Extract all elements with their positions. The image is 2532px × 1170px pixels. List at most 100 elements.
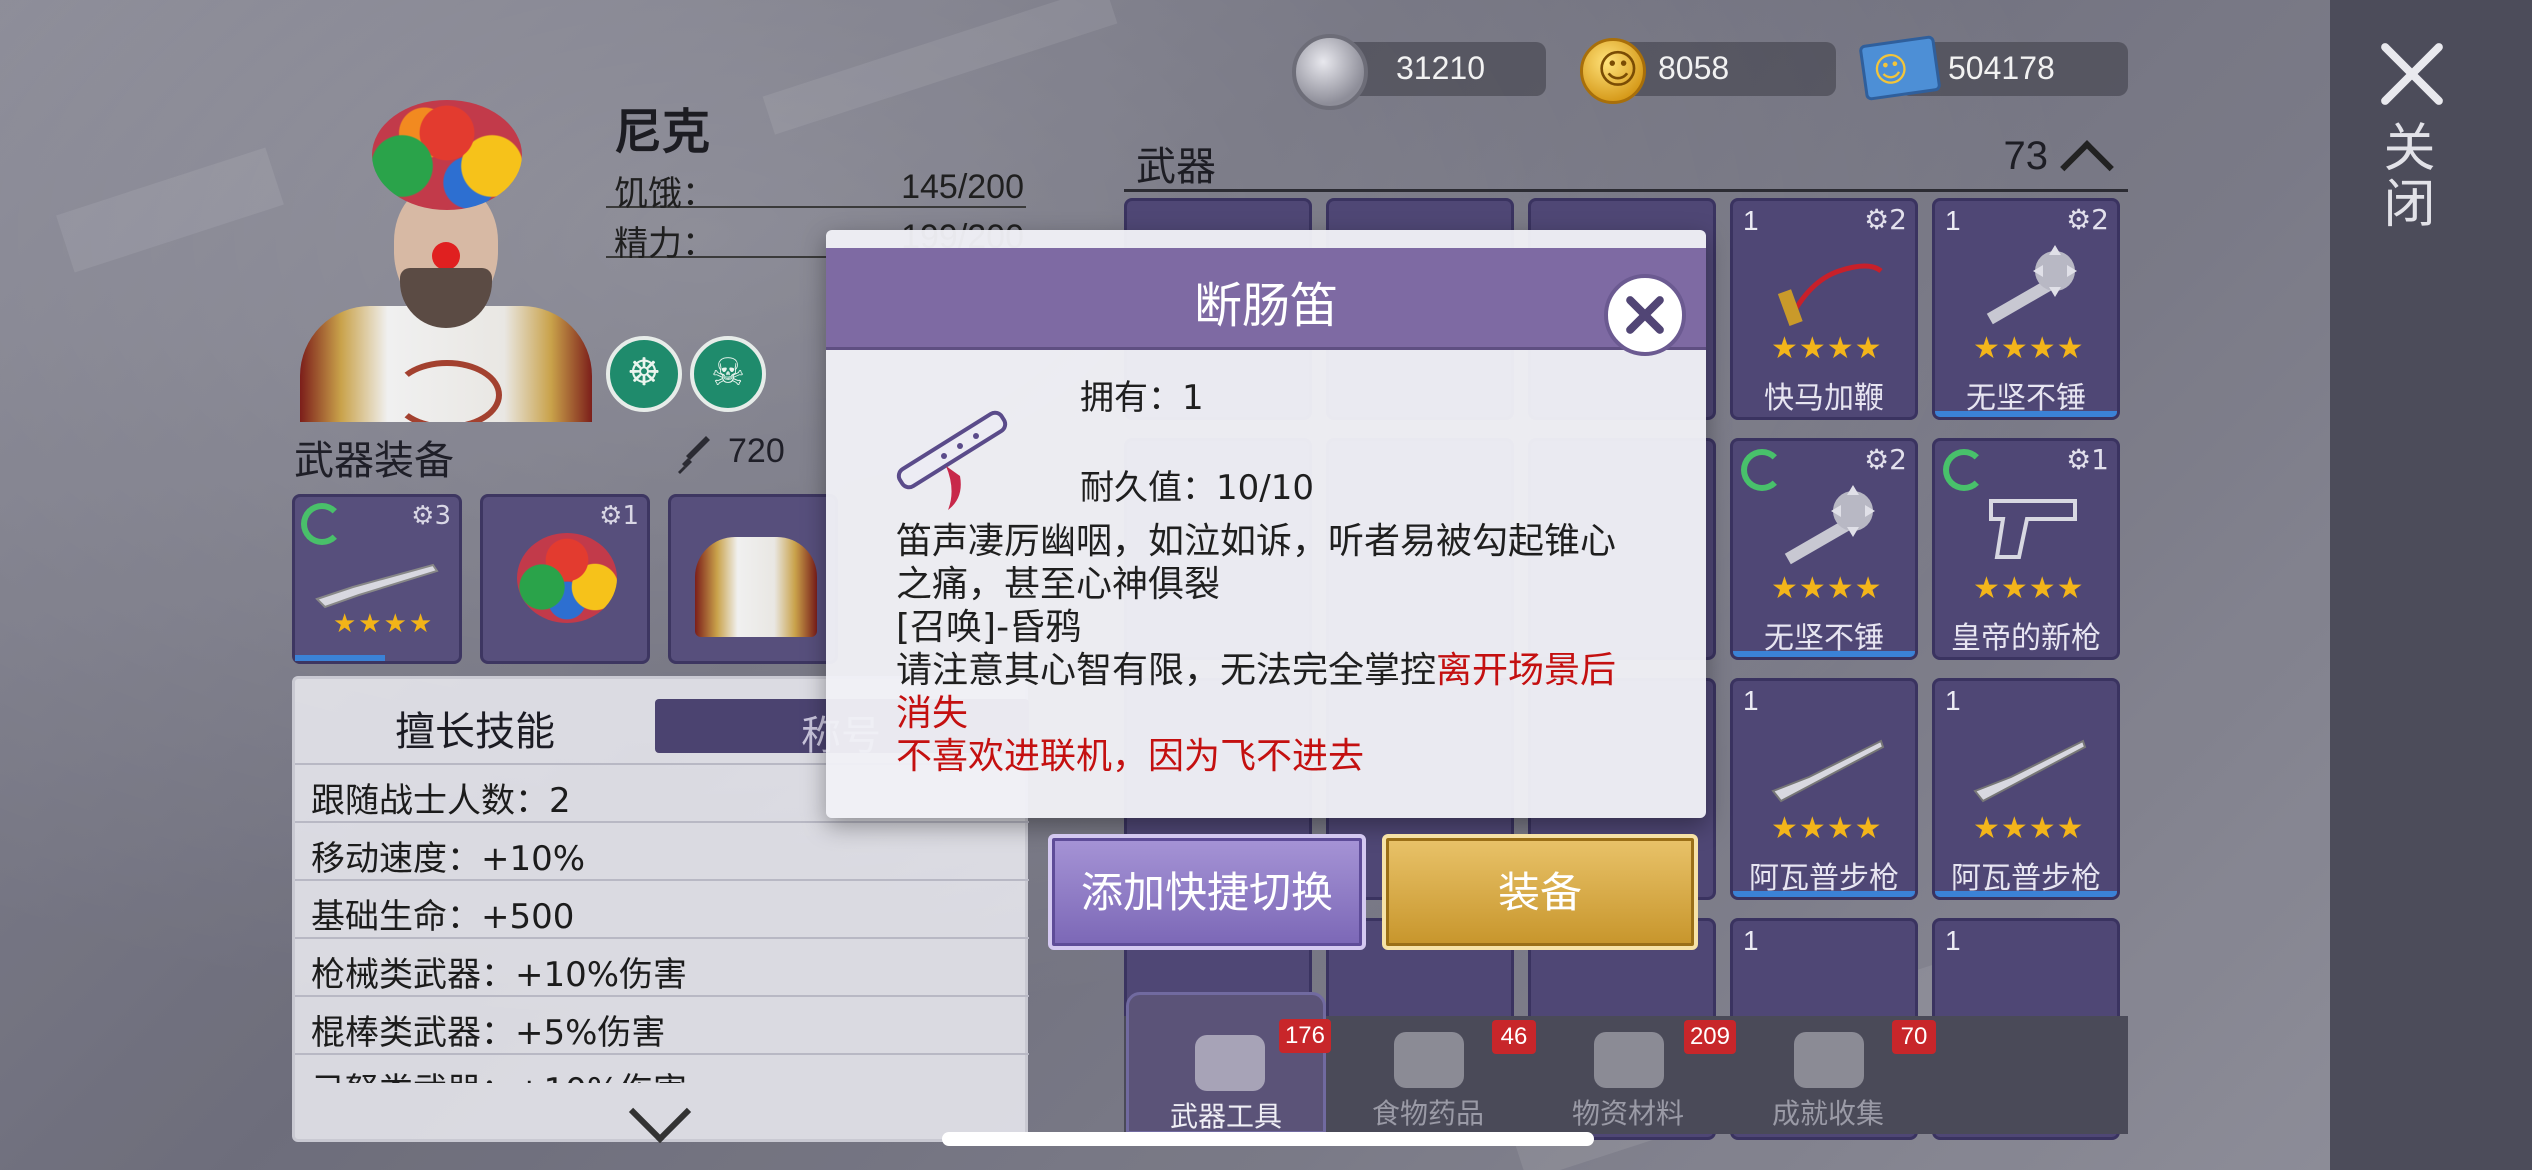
weapon-power-value: 720	[728, 432, 785, 470]
gear-level: ⚙1	[599, 501, 639, 531]
gold-coin-icon	[1580, 38, 1646, 104]
close-label[interactable]: 关闭	[2374, 120, 2442, 232]
inventory-item[interactable]: 1 ★★★★ 阿瓦普步枪	[1730, 678, 1918, 900]
star-rating: ★★★★	[1771, 811, 1883, 846]
inventory-count: 73	[2003, 134, 2049, 178]
inventory-item[interactable]: 1 ⚙2 ★★★★ 快马加鞭	[1730, 198, 1918, 420]
whip-icon	[1777, 263, 1883, 326]
inventory-item[interactable]: ⚙2 ★★★★ 无坚不锤	[1730, 438, 1918, 660]
currency-silver-value: 31210	[1396, 50, 1485, 86]
pistol-icon	[1989, 499, 2077, 559]
tab-label: 成就收集	[1771, 1097, 1884, 1130]
equip-slot-armor[interactable]	[668, 494, 838, 664]
item-qty: 1	[1743, 925, 1759, 956]
equip-button[interactable]: 装备	[1382, 834, 1698, 950]
desc-note: 请注意其心智有限，无法完全掌控离开场景后消失	[896, 649, 1646, 735]
inventory-item[interactable]: ⚙1 ★★★★ 皇帝的新枪	[1932, 438, 2120, 660]
stat-energy-label: 精力：	[614, 224, 716, 264]
skill-row: 移动速度：+10%	[295, 821, 1029, 879]
skill-text: 基础生命：+500	[311, 897, 575, 937]
equip-slot-hat[interactable]: ⚙1	[480, 494, 650, 664]
mace-icon	[1986, 245, 2077, 325]
trophy-icon	[1794, 1032, 1864, 1088]
tab-badge: 70	[1892, 1020, 1936, 1054]
mace-icon	[1784, 485, 1875, 565]
skill-text: 弓弩类武器：+10%伤害	[311, 1063, 687, 1083]
home-indicator[interactable]	[942, 1132, 1594, 1146]
meat-icon	[1394, 1032, 1464, 1088]
rifle-icon	[315, 563, 439, 609]
skill-badge-skull-icon[interactable]: ☠	[690, 336, 766, 412]
gear-level: ⚙1	[2066, 443, 2109, 476]
item-qty: 1	[1945, 685, 1961, 716]
inventory-header: 武器 73	[1124, 130, 2128, 194]
character-portrait	[276, 92, 616, 422]
ticket-icon	[1858, 34, 1942, 102]
item-description: 笛声凄厉幽咽，如泣如诉，听者易被勾起锥心之痛，甚至心神俱裂 [召唤]-昏鸦 请注…	[896, 520, 1646, 778]
sword-icon	[678, 436, 710, 474]
gear-level: ⚙2	[1864, 203, 1907, 236]
axe-icon	[1195, 1035, 1265, 1091]
rainbow-wig-icon	[517, 533, 617, 623]
skill-row: 基础生命：+500	[295, 879, 1029, 937]
star-rating: ★★★★	[333, 609, 435, 639]
tab-label: 食物药品	[1371, 1097, 1484, 1130]
skill-badge-meditate-icon[interactable]: ☸	[606, 336, 682, 412]
tab-materials[interactable]: 209 物资材料	[1528, 1016, 1736, 1134]
tab-label: 物资材料	[1571, 1097, 1684, 1130]
skill-row: 棍棒类武器：+5%伤害	[295, 995, 1029, 1053]
gear-level: ⚙2	[2066, 203, 2109, 236]
stat-hunger-label: 饥饿：	[614, 174, 716, 214]
popup-header: 断肠笛	[826, 248, 1706, 356]
close-icon[interactable]	[1604, 274, 1686, 356]
weapon-equip-title: 武器装备	[294, 438, 454, 484]
tab-skills[interactable]: 擅长技能	[395, 699, 555, 757]
item-name: 皇帝的新枪	[1951, 621, 2101, 656]
rifle-icon	[1973, 739, 2087, 803]
tab-label: 武器工具	[1169, 1100, 1282, 1133]
stat-hunger-value: 145/200	[901, 168, 1024, 206]
desc-summon: [召唤]-昏鸦	[896, 607, 1082, 648]
skill-row: 枪械类武器：+10%伤害	[295, 937, 1029, 995]
star-rating: ★★★★	[1973, 811, 2085, 846]
silver-coin-icon	[1292, 34, 1368, 110]
star-rating: ★★★★	[1973, 331, 2085, 366]
inventory-item[interactable]: 1 ★★★★ 阿瓦普步枪	[1932, 678, 2120, 900]
jacket-icon	[695, 537, 817, 637]
inventory-item[interactable]: 1 ⚙2 ★★★★ 无坚不锤	[1932, 198, 2120, 420]
log-icon	[1594, 1032, 1664, 1088]
skill-text: 棍棒类武器：+5%伤害	[311, 1013, 666, 1053]
item-qty: 1	[1743, 685, 1759, 716]
star-rating: ★★★★	[1771, 331, 1883, 366]
durability: 耐久值：10/10	[1080, 468, 1314, 508]
skill-text: 跟随战士人数：2	[311, 781, 571, 821]
add-quick-switch-button[interactable]: 添加快捷切换	[1048, 834, 1366, 950]
tab-achievements[interactable]: 70 成就收集	[1728, 1016, 1936, 1134]
currency-gold: 8058	[1616, 42, 1836, 96]
item-qty: 1	[1945, 925, 1961, 956]
item-detail-popup: 断肠笛 拥有：1 耐久值：10/10 笛声凄厉幽咽，如泣如诉，听者易被勾起锥心之…	[826, 230, 1706, 818]
star-rating: ★★★★	[1771, 571, 1883, 606]
item-qty: 1	[1743, 205, 1759, 236]
currency-gold-value: 8058	[1658, 50, 1730, 86]
chevron-up-icon[interactable]	[2060, 140, 2114, 194]
desc-warning: 不喜欢进联机，因为飞不进去	[896, 736, 1365, 777]
close-icon[interactable]	[2374, 36, 2450, 112]
tab-food-medicine[interactable]: 46 食物药品	[1328, 1016, 1536, 1134]
equip-slot-weapon[interactable]: ⚙3 ★★★★	[292, 494, 462, 664]
category-tabbar: 176 武器工具 46 食物药品 209 物资材料 70 成就收集	[1124, 992, 2128, 1134]
stat-hunger: 饥饿： 145/200	[606, 160, 1026, 214]
currency-ticket-value: 504178	[1948, 50, 2055, 86]
rifle-icon	[1771, 739, 1885, 803]
gear-level: ⚙2	[1864, 443, 1907, 476]
item-name: 快马加鞭	[1764, 381, 1884, 416]
skill-text: 枪械类武器：+10%伤害	[311, 955, 688, 995]
star-rating: ★★★★	[1973, 571, 2085, 606]
flute-icon	[896, 410, 1008, 510]
desc-line: 笛声凄厉幽咽，如泣如诉，听者易被勾起锥心之痛，甚至心神俱裂	[896, 521, 1617, 605]
item-qty: 1	[1945, 205, 1961, 236]
swap-icon	[301, 503, 343, 545]
popup-title: 断肠笛	[1193, 278, 1338, 334]
tab-weapons-tools[interactable]: 176 武器工具	[1126, 992, 1331, 1134]
skill-row: 弓弩类武器：+10%伤害	[295, 1053, 1029, 1083]
